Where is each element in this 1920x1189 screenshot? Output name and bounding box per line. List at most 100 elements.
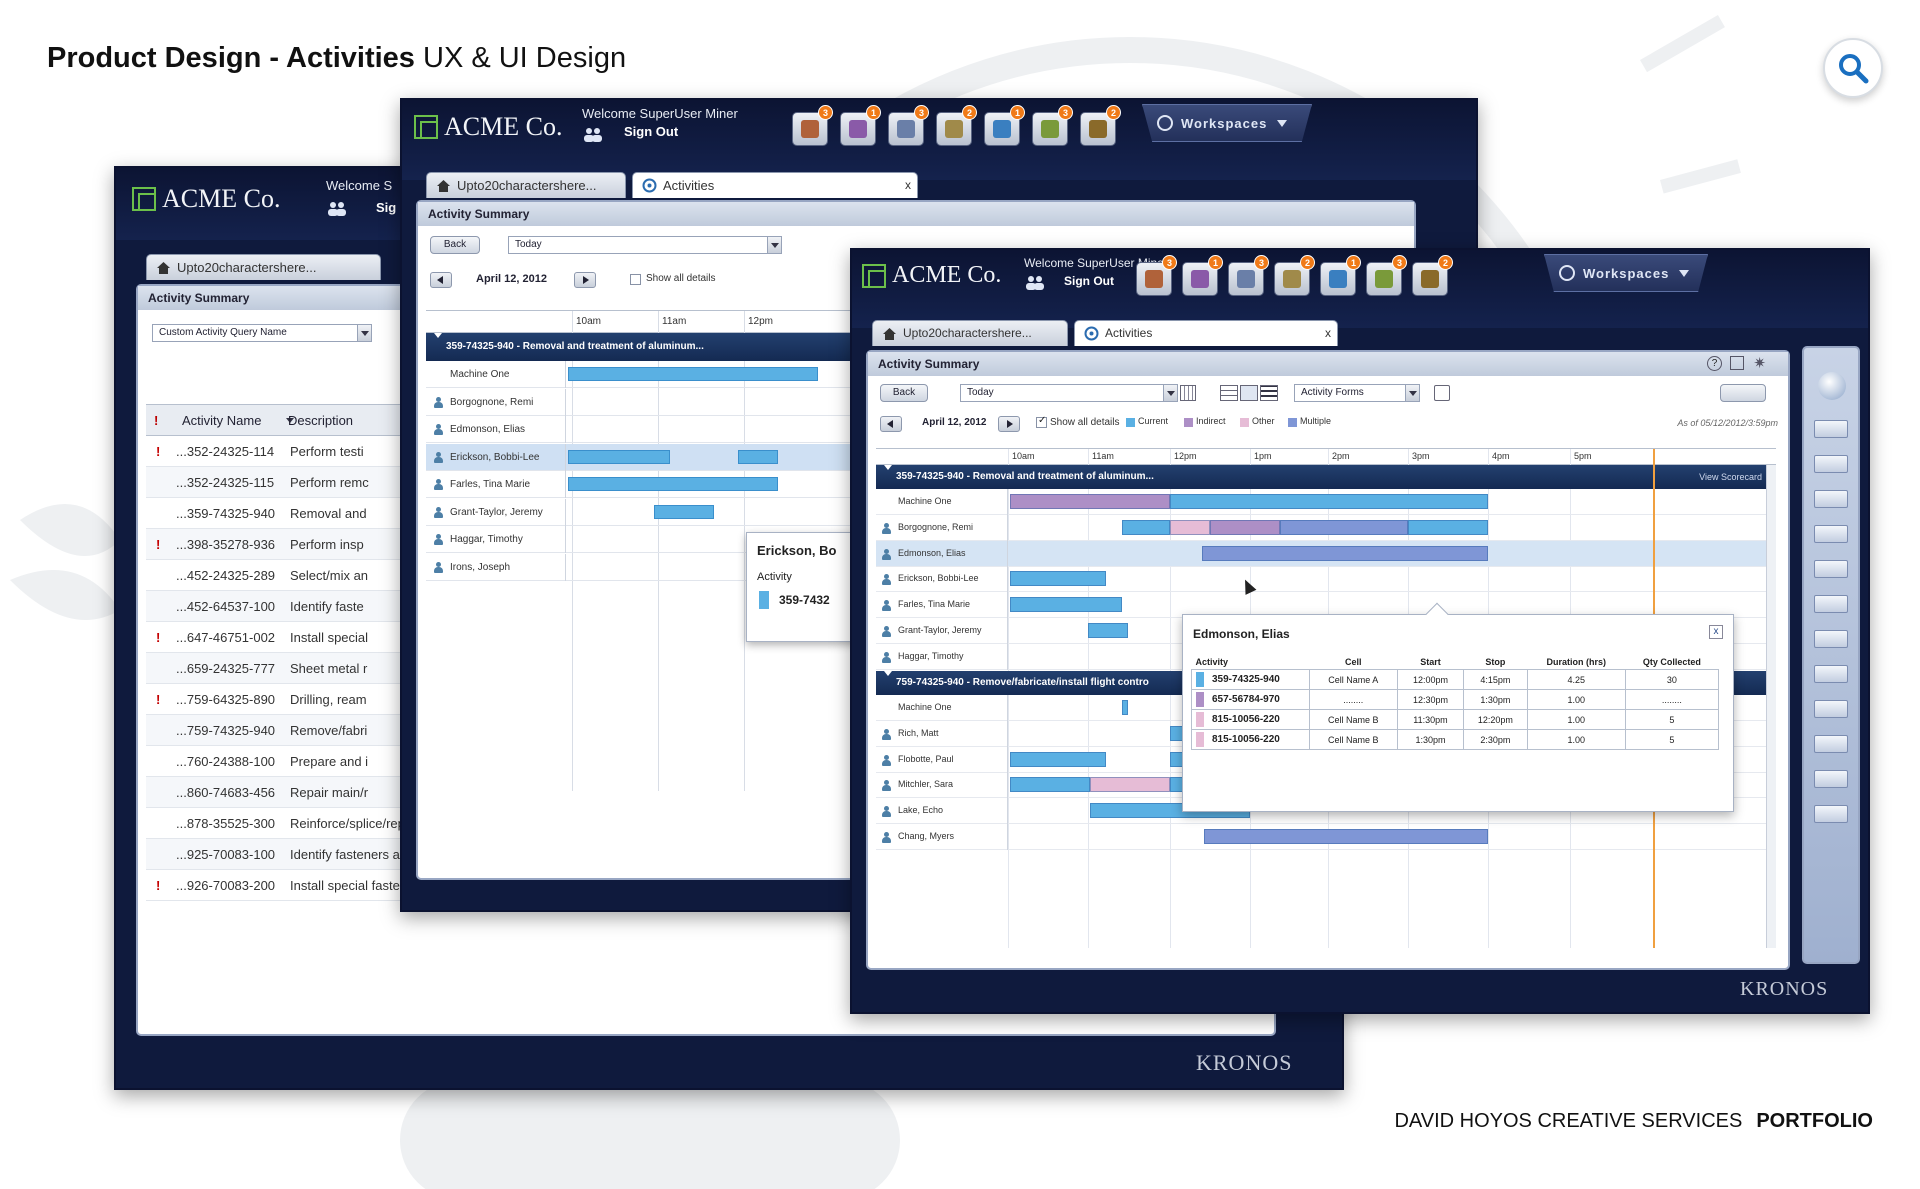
- app-tile-button[interactable]: 2: [1274, 255, 1315, 296]
- gantt-row-label: Machine One: [876, 695, 1008, 721]
- popup-table-row[interactable]: 359-74325-940 Cell Name A 12:00pm 4:15pm 4.2…: [1191, 669, 1720, 690]
- activity-bar[interactable]: [1122, 700, 1128, 715]
- middle-next-day-button[interactable]: [574, 272, 596, 288]
- view-scorecard-link[interactable]: View Scorecard: [1699, 465, 1762, 489]
- popup-table-row[interactable]: 657-56784-970........ 12:30pm 1:30pm 1.00..…: [1191, 689, 1720, 710]
- app-tile-button[interactable]: 3: [1136, 255, 1177, 296]
- activity-bar[interactable]: [1010, 597, 1122, 613]
- popup-activity-cell: 359-74325-940: [1191, 669, 1310, 690]
- rail-button[interactable]: [1814, 525, 1848, 543]
- rail-button[interactable]: [1814, 805, 1848, 823]
- app-tile-button[interactable]: 2: [1080, 105, 1121, 146]
- activity-bar[interactable]: [1090, 777, 1170, 793]
- rail-button[interactable]: [1814, 700, 1848, 718]
- app-tile-button[interactable]: 2: [1412, 255, 1453, 296]
- front-prev-day-button[interactable]: [880, 416, 902, 432]
- calendar-icon[interactable]: [1180, 385, 1196, 401]
- middle-tab-activities[interactable]: Activities x: [632, 172, 918, 198]
- popup-table-row[interactable]: 815-10056-220 Cell Name B 1:30pm 2:30pm 1.00…: [1191, 729, 1720, 750]
- rail-button[interactable]: [1814, 420, 1848, 438]
- front-tab-home[interactable]: Upto20charactershere...: [872, 320, 1068, 346]
- back-col-description[interactable]: Description: [288, 413, 353, 428]
- app-tile-button[interactable]: 1: [1320, 255, 1361, 296]
- activity-bar[interactable]: [568, 449, 670, 464]
- alert-flag-icon: !: [156, 878, 161, 893]
- activity-bar[interactable]: [1010, 777, 1090, 793]
- back-query-select[interactable]: Custom Activity Query Name: [152, 324, 372, 342]
- activity-bar[interactable]: [1010, 571, 1106, 587]
- front-tab-activities[interactable]: Activities x: [1074, 320, 1338, 346]
- activity-bar[interactable]: [568, 367, 818, 381]
- app-tile-button[interactable]: 1: [840, 105, 881, 146]
- app-tile-button[interactable]: 3: [792, 105, 833, 146]
- activity-bar[interactable]: [568, 477, 778, 491]
- activity-bar[interactable]: [1122, 519, 1170, 535]
- middle-tab-home[interactable]: Upto20charactershere...: [426, 172, 626, 198]
- activity-bar[interactable]: [654, 504, 714, 519]
- rail-button[interactable]: [1814, 770, 1848, 788]
- app-tile-button[interactable]: 3: [1228, 255, 1269, 296]
- activity-bar[interactable]: [1210, 519, 1280, 535]
- help-icon[interactable]: ?: [1707, 356, 1722, 371]
- app-tile-button[interactable]: 3: [1032, 105, 1073, 146]
- front-forms-select[interactable]: Activity Forms: [1294, 384, 1420, 402]
- activity-bar[interactable]: [1010, 494, 1170, 509]
- globe-icon[interactable]: [1818, 372, 1846, 400]
- gantt-row[interactable]: Borgognone, Remi: [876, 514, 1776, 541]
- activity-bar[interactable]: [1170, 494, 1488, 509]
- gantt-row[interactable]: Chang, Myers: [876, 824, 1776, 850]
- app-tile-button[interactable]: 3: [888, 105, 929, 146]
- print-menu-button[interactable]: [1720, 384, 1766, 402]
- gear-icon[interactable]: ✷: [1753, 354, 1766, 372]
- grid-view-icon[interactable]: [1220, 385, 1238, 401]
- front-group1-header[interactable]: 359-74325-940 - Removal and treatment of…: [876, 465, 1776, 489]
- app-tile-button[interactable]: 3: [1366, 255, 1407, 296]
- timeline-view-icon[interactable]: [1240, 385, 1258, 401]
- activity-bar[interactable]: [1170, 519, 1210, 535]
- front-range-select[interactable]: Today: [960, 384, 1178, 402]
- activity-bar[interactable]: [1280, 519, 1408, 535]
- rail-button[interactable]: [1814, 595, 1848, 613]
- back-tab-home[interactable]: Upto20charactershere...: [146, 254, 381, 280]
- popup-close-button[interactable]: x: [1709, 625, 1723, 639]
- activity-bar[interactable]: [1202, 545, 1488, 561]
- gantt-row[interactable]: Machine One: [876, 489, 1776, 515]
- app-tile-button[interactable]: 1: [1182, 255, 1223, 296]
- middle-workspaces-menu[interactable]: Workspaces: [1142, 104, 1312, 142]
- back-col-activity-name[interactable]: Activity Name: [182, 413, 261, 428]
- activity-bar[interactable]: [738, 449, 778, 464]
- rail-button[interactable]: [1814, 560, 1848, 578]
- popup-table-row[interactable]: 815-10056-220 Cell Name B 11:30pm 12:20pm 1.…: [1191, 709, 1720, 730]
- middle-range-select[interactable]: Today: [508, 236, 782, 254]
- rail-button[interactable]: [1814, 455, 1848, 473]
- middle-prev-day-button[interactable]: [430, 272, 452, 288]
- close-icon[interactable]: x: [905, 173, 911, 198]
- rail-button[interactable]: [1814, 735, 1848, 753]
- front-next-day-button[interactable]: [998, 416, 1020, 432]
- close-icon[interactable]: x: [1325, 321, 1331, 346]
- vertical-scrollbar[interactable]: [1766, 465, 1776, 948]
- maximize-icon[interactable]: [1730, 356, 1744, 370]
- front-back-button[interactable]: Back: [880, 384, 928, 402]
- rail-button[interactable]: [1814, 630, 1848, 648]
- search-button[interactable]: [1823, 38, 1883, 98]
- rail-button[interactable]: [1814, 490, 1848, 508]
- activity-bar[interactable]: [1204, 829, 1488, 844]
- list-view-icon[interactable]: [1260, 385, 1278, 401]
- app-tile-button[interactable]: 2: [936, 105, 977, 146]
- export-icon[interactable]: [1434, 385, 1450, 401]
- middle-signout-link[interactable]: Sign Out: [624, 124, 678, 139]
- gantt-row[interactable]: Erickson, Bobbi-Lee: [876, 566, 1776, 593]
- middle-back-button[interactable]: Back: [430, 236, 480, 254]
- front-signout-link[interactable]: Sign Out: [1064, 274, 1114, 288]
- activity-bar[interactable]: [1408, 519, 1488, 535]
- rail-button[interactable]: [1814, 665, 1848, 683]
- activity-bar[interactable]: [1088, 623, 1128, 638]
- front-workspaces-menu[interactable]: Workspaces: [1544, 254, 1708, 292]
- back-signout-link[interactable]: Sig: [376, 200, 396, 215]
- gantt-row[interactable]: Edmonson, Elias: [876, 540, 1776, 567]
- middle-show-all-checkbox[interactable]: [630, 274, 641, 285]
- activity-bar[interactable]: [1010, 751, 1106, 767]
- app-tile-button[interactable]: 1: [984, 105, 1025, 146]
- front-show-all-checkbox[interactable]: ✓: [1036, 415, 1047, 428]
